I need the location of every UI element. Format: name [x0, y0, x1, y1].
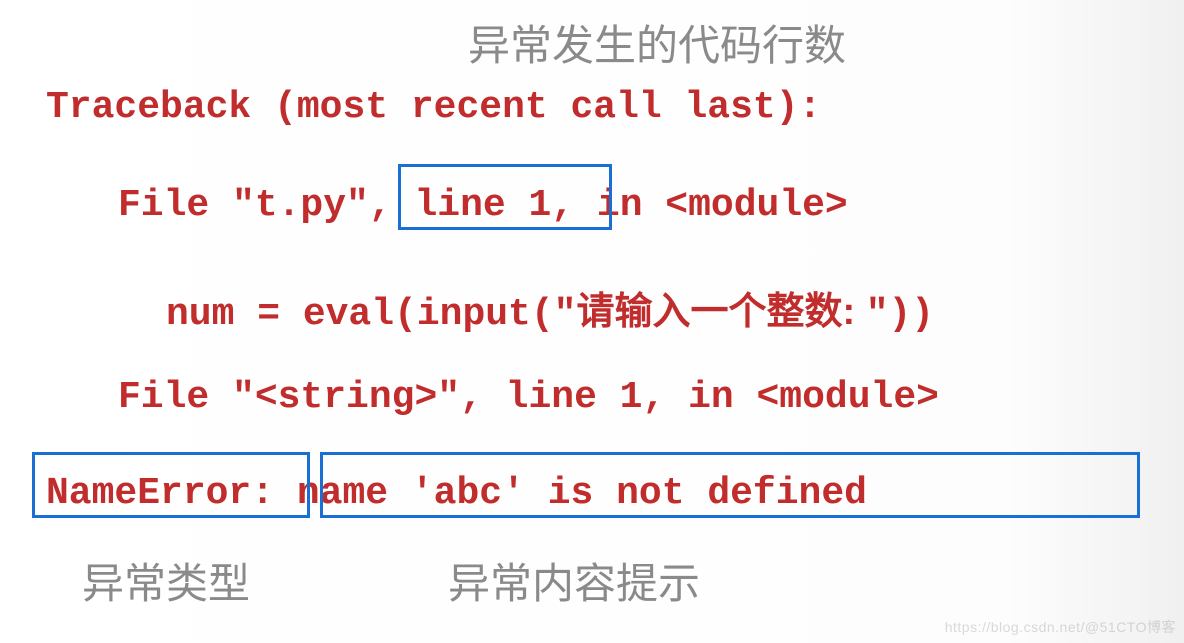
traceback-code-line: num = eval(input("请输入一个整数: ")): [46, 280, 934, 336]
code-suffix: ")): [866, 293, 934, 336]
watermark: https://blog.csdn.net/@51CTO博客: [945, 617, 1176, 637]
annotation-error-type: 异常类型: [82, 550, 250, 611]
frame1-suffix: in <module>: [597, 184, 848, 227]
highlight-box-error-message: [320, 452, 1140, 518]
highlight-box-error-type: [32, 452, 310, 518]
traceback-frame-2: File "<string>", line 1, in <module>: [46, 376, 939, 419]
code-prefix: num = eval(input(": [166, 293, 576, 336]
traceback-header: Traceback (most recent call last):: [46, 86, 821, 129]
annotation-line-number: 异常发生的代码行数: [468, 12, 846, 73]
code-prompt: 请输入一个整数:: [576, 291, 865, 333]
highlight-box-line-number: [398, 164, 612, 230]
frame2-text: File "<string>", line 1, in <module>: [118, 376, 939, 419]
annotation-error-message: 异常内容提示: [448, 550, 700, 611]
frame1-prefix: File "t.py",: [118, 184, 392, 227]
